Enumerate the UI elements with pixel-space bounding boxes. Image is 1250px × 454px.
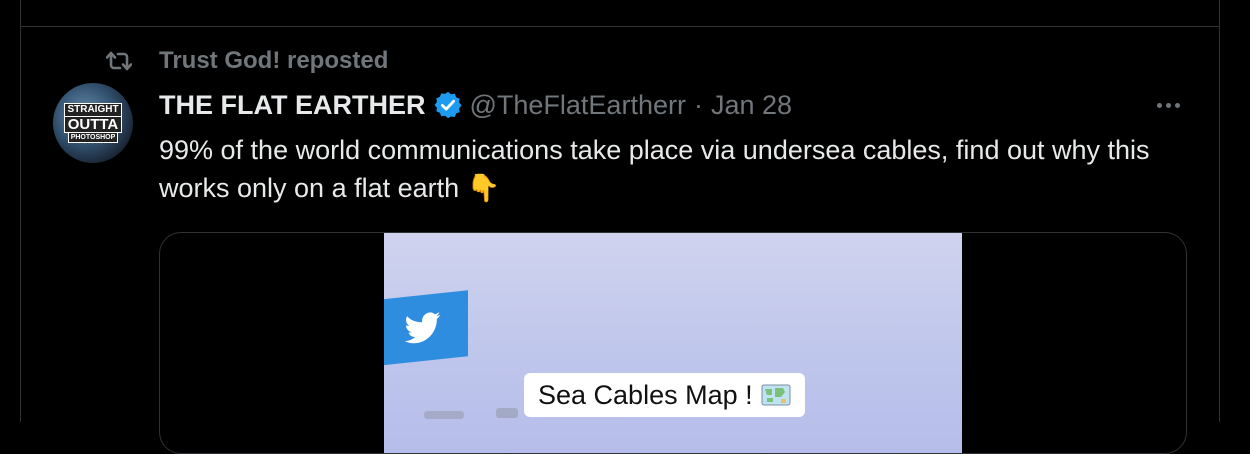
repost-icon: [106, 50, 132, 72]
avatar-logo: STRAIGHT OUTTA PHOTOSHOP: [63, 103, 123, 143]
video-decoration: [424, 411, 464, 419]
avatar-logo-line-3: PHOTOSHOP: [67, 133, 119, 143]
caption-text: Sea Cables Map !: [538, 379, 753, 410]
more-dot: [1165, 102, 1171, 108]
twitter-flag: [384, 290, 468, 366]
verified-badge-icon[interactable]: [433, 90, 463, 120]
tweet[interactable]: Trust God! reposted STRAIGHT OUTTA PHOTO…: [20, 27, 1220, 454]
twitter-bird-icon: [405, 312, 441, 344]
more-options-icon[interactable]: [1148, 93, 1188, 117]
video-caption: Sea Cables Map !: [524, 373, 805, 417]
tweet-header: THE FLAT EARTHER @TheFlatEartherr · Jan …: [159, 88, 792, 122]
avatar-logo-line-1: STRAIGHT: [64, 103, 122, 117]
map-icon: [761, 383, 791, 407]
tweet-date[interactable]: Jan 28: [711, 90, 792, 121]
avatar-logo-line-2: OUTTA: [63, 117, 123, 133]
author-name[interactable]: THE FLAT EARTHER: [159, 90, 425, 121]
author-handle[interactable]: @TheFlatEartherr: [469, 90, 685, 121]
repost-indicator: Trust God! reposted: [106, 47, 388, 75]
more-dot: [1156, 102, 1162, 108]
repost-label[interactable]: Trust God! reposted: [159, 47, 388, 75]
video-decoration: [496, 408, 518, 418]
previous-tweet-bottom: [20, 0, 1220, 27]
avatar[interactable]: STRAIGHT OUTTA PHOTOSHOP: [53, 83, 133, 163]
separator-dot: ·: [693, 89, 703, 120]
video-thumbnail[interactable]: Sea Cables Map !: [384, 233, 962, 453]
media-card[interactable]: Sea Cables Map !: [159, 232, 1187, 454]
tweet-text: 99% of the world communications take pla…: [159, 135, 1150, 203]
more-dot: [1174, 102, 1180, 108]
